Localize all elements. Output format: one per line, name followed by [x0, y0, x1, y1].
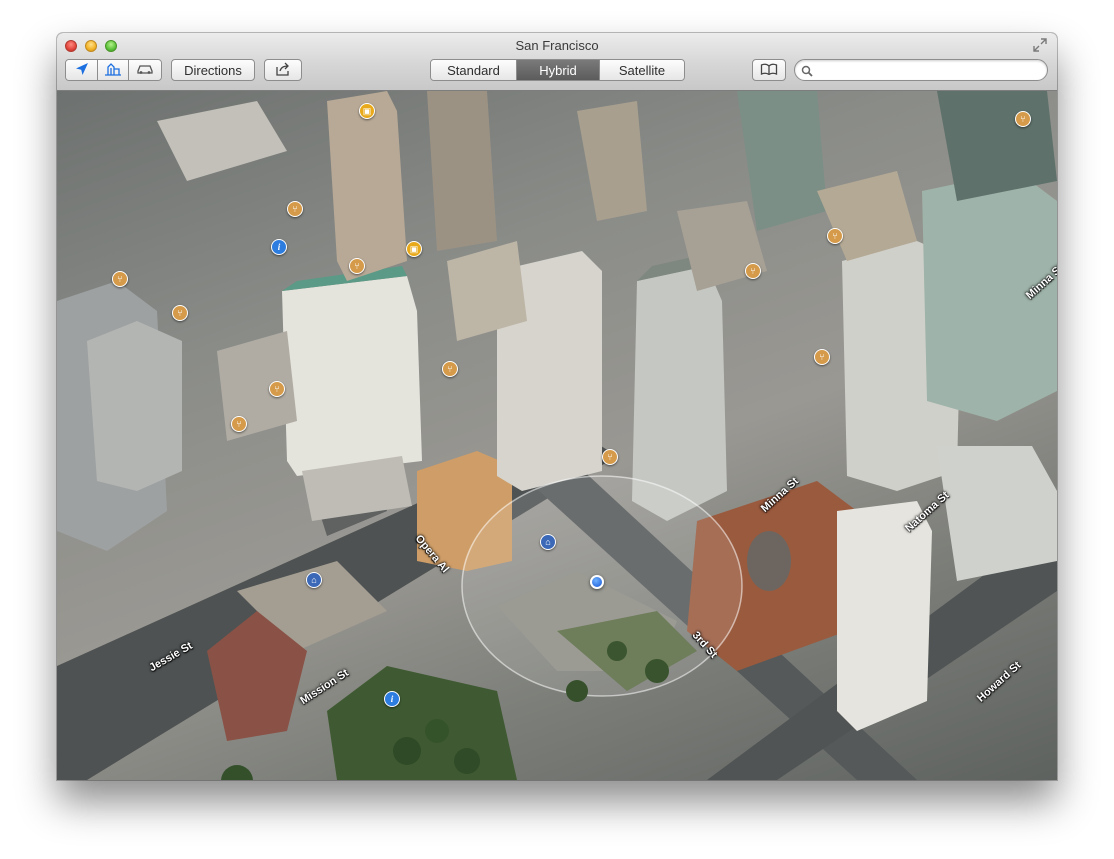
food-poi-icon[interactable]: ⑂: [269, 381, 285, 397]
maps-window: San Francisco Directions Standard Hybrid…: [57, 33, 1057, 780]
food-poi-icon[interactable]: ⑂: [1015, 111, 1031, 127]
museum-poi-icon[interactable]: ⌂: [540, 534, 556, 550]
shopping-poi-icon[interactable]: ▣: [406, 241, 422, 257]
info-poi-icon[interactable]: i: [384, 691, 400, 707]
food-poi-icon[interactable]: ⑂: [827, 228, 843, 244]
satellite-3d-imagery: [57, 91, 1057, 780]
satellite-mode-tab[interactable]: Satellite: [600, 60, 684, 80]
share-button[interactable]: [264, 59, 302, 81]
standard-mode-tab[interactable]: Standard: [431, 60, 517, 80]
museum-poi-icon[interactable]: ⌂: [306, 572, 322, 588]
fullscreen-icon[interactable]: [1033, 38, 1047, 52]
window-title: San Francisco: [515, 38, 599, 53]
title-bar[interactable]: San Francisco Directions Standard Hybrid…: [57, 33, 1057, 91]
search-icon: [801, 64, 813, 82]
search-field[interactable]: [794, 59, 1048, 81]
map-view[interactable]: Minna St Minna St Natoma St Opera Al Jes…: [57, 91, 1057, 780]
food-poi-icon[interactable]: ⑂: [745, 263, 761, 279]
food-poi-icon[interactable]: ⑂: [349, 258, 365, 274]
shopping-poi-icon[interactable]: ▣: [359, 103, 375, 119]
share-icon: [275, 62, 291, 79]
food-poi-icon[interactable]: ⑂: [172, 305, 188, 321]
search-input[interactable]: [817, 62, 1041, 80]
directions-button[interactable]: Directions: [171, 59, 255, 81]
traffic-button[interactable]: [128, 60, 161, 80]
location-arrow-icon: [75, 62, 89, 79]
info-poi-icon[interactable]: i: [271, 239, 287, 255]
bookmarks-book-icon: [760, 63, 778, 78]
food-poi-icon[interactable]: ⑂: [442, 361, 458, 377]
hybrid-mode-tab[interactable]: Hybrid: [517, 60, 600, 80]
food-poi-icon[interactable]: ⑂: [287, 201, 303, 217]
current-location-button[interactable]: [66, 60, 99, 80]
map-mode-selector: Standard Hybrid Satellite: [430, 59, 685, 81]
view-controls: [65, 59, 162, 81]
3d-buildings-icon: [104, 62, 122, 79]
3d-button[interactable]: [98, 60, 129, 80]
food-poi-icon[interactable]: ⑂: [112, 271, 128, 287]
food-poi-icon[interactable]: ⑂: [602, 449, 618, 465]
traffic-car-icon: [135, 63, 155, 78]
food-poi-icon[interactable]: ⑂: [814, 349, 830, 365]
food-poi-icon[interactable]: ⑂: [231, 416, 247, 432]
bookmarks-button[interactable]: [752, 59, 786, 81]
current-location-dot: [590, 575, 604, 589]
